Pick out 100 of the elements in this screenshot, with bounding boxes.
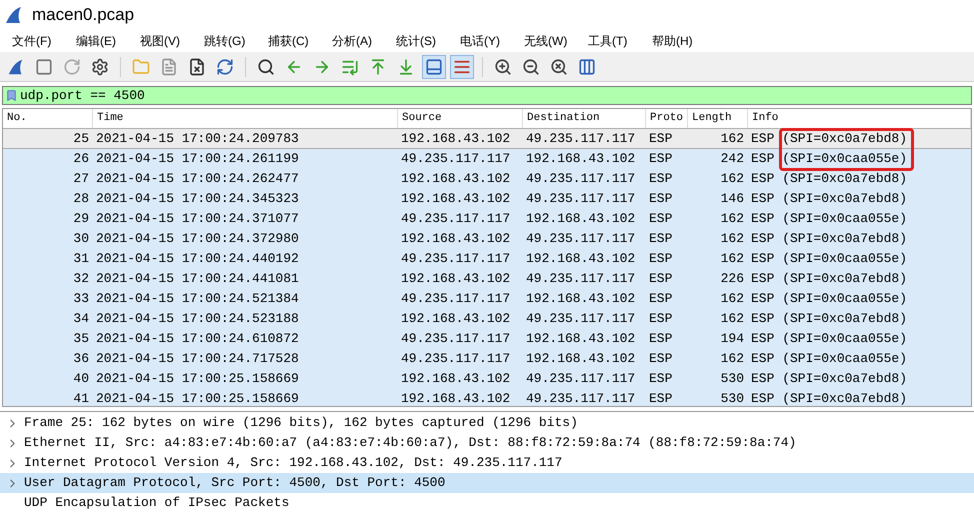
table-cell: 2021-04-15 17:00:24.440192 [96, 251, 299, 266]
table-cell: 25 [73, 130, 89, 146]
table-cell: ESP (SPI=0xc0a7ebd8) [751, 271, 908, 286]
table-cell: 2021-04-15 17:00:24.345323 [96, 191, 299, 206]
arrow-up-icon [369, 58, 387, 76]
table-cell: ESP (SPI=0x0caa055e) [751, 211, 908, 226]
column-header[interactable]: Info [752, 110, 778, 127]
menu-item[interactable]: 工具(T) [588, 32, 628, 50]
table-cell: 2021-04-15 17:00:24.209783 [96, 130, 299, 146]
column-header[interactable]: Source [402, 110, 442, 127]
table-cell: 162 [720, 130, 744, 146]
table-cell: ESP (SPI=0x0caa055e) [751, 251, 908, 266]
menu-item[interactable]: 跳转(G) [204, 32, 244, 50]
table-cell: 162 [720, 351, 744, 366]
zoom-out-icon [522, 58, 540, 76]
menu-item[interactable]: 捕获(C) [268, 32, 308, 50]
table-cell: ESP (SPI=0xc0a7ebd8) [751, 191, 908, 206]
table-cell: 530 [720, 371, 744, 386]
table-cell: 49.235.117.117 [526, 271, 636, 286]
table-cell: 2021-04-15 17:00:24.371077 [96, 211, 299, 226]
table-cell: 192.168.43.102 [401, 171, 510, 186]
table-cell: 27 [73, 171, 89, 186]
columns-icon [578, 58, 596, 76]
table-cell: 49.235.117.117 [526, 311, 636, 326]
column-header[interactable]: Proto [650, 110, 684, 127]
detail-text: User Datagram Protocol, Src Port: 4500, Dst Port: 4500 [24, 474, 446, 492]
colored-lines-button[interactable] [450, 54, 474, 78]
detail-row[interactable]: User Datagram Protocol, Src Port: 4500, Dst Port: 4500 [0, 473, 974, 493]
table-cell: 2021-04-15 17:00:24.262477 [96, 171, 299, 186]
table-cell: 192.168.43.102 [526, 151, 636, 166]
detail-text: Ethernet II, Src: a4:83:e7:4b:60:a7 (a4:83:e7:4b:60:a7), Dst: 88:f8:72:59:8a:74 (88:f8:72:59:8a:74) [24, 434, 796, 452]
autoscroll-button[interactable] [422, 54, 446, 78]
table-cell: 49.235.117.117 [401, 151, 510, 166]
table-cell: ESP (SPI=0x0caa055e) [751, 351, 908, 366]
reload-icon [216, 58, 234, 76]
table-cell: 49.235.117.117 [401, 211, 510, 226]
table-cell: 49.235.117.117 [401, 291, 510, 306]
column-header[interactable]: No. [7, 110, 27, 127]
menu-item[interactable]: 分析(A) [332, 32, 372, 50]
column-header[interactable]: Time [97, 110, 124, 127]
table-cell: ESP [649, 331, 672, 346]
file-icon [160, 58, 178, 76]
zoom-in-icon [494, 58, 512, 76]
menu-item[interactable]: 统计(S) [396, 32, 436, 50]
detail-row[interactable]: Frame 25: 162 bytes on wire (1296 bits), 162 bytes captured (1296 bits) [0, 413, 974, 433]
table-cell: 192.168.43.102 [526, 211, 636, 226]
table-cell: 33 [73, 291, 89, 306]
table-cell: 226 [720, 271, 744, 286]
menu-item[interactable]: 编辑(E) [76, 32, 116, 50]
table-cell: 41 [73, 391, 89, 406]
table-cell: 40 [73, 371, 89, 386]
zoom-reset-icon [550, 58, 568, 76]
table-cell: 2021-04-15 17:00:25.158669 [96, 391, 299, 406]
table-cell: ESP [649, 391, 672, 406]
table-cell: ESP [649, 271, 672, 286]
table-cell: ESP (SPI=0x0caa055e) [751, 331, 908, 346]
table-cell: 49.235.117.117 [526, 371, 636, 386]
detail-text: Frame 25: 162 bytes on wire (1296 bits), 162 bytes captured (1296 bits) [24, 414, 578, 432]
table-cell: ESP [649, 311, 672, 326]
table-cell: 192.168.43.102 [401, 311, 510, 326]
table-cell: 162 [720, 251, 744, 266]
table-cell: ESP [649, 291, 672, 306]
table-cell: 192.168.43.102 [401, 371, 510, 386]
table-cell: 2021-04-15 17:00:24.261199 [96, 151, 299, 166]
menu-item[interactable]: 电话(Y) [460, 32, 500, 50]
table-cell: 242 [720, 151, 744, 166]
table-cell: 35 [73, 331, 89, 346]
arrow-down-icon [397, 58, 415, 76]
close-file-icon [188, 58, 206, 76]
table-cell: ESP [649, 191, 672, 206]
detail-row[interactable]: Ethernet II, Src: a4:83:e7:4b:60:a7 (a4:83:e7:4b:60:a7), Dst: 88:f8:72:59:8a:74 (88:f8:72:59:8a:74) [0, 433, 974, 453]
column-header[interactable]: Destination [527, 110, 600, 127]
table-cell: 49.235.117.117 [526, 191, 636, 206]
menu-item[interactable]: 文件(F) [12, 32, 52, 50]
table-cell: 2021-04-15 17:00:24.372980 [96, 231, 299, 246]
packet-row[interactable]: 25 2021-04-15 17:00:24.209783 192.168.43.102 49.235.117.117 ESP 162 ESP (SPI=0xc0a7ebd8) [3, 129, 971, 149]
table-cell: 49.235.117.117 [526, 171, 636, 186]
table-cell: 192.168.43.102 [526, 331, 636, 346]
table-cell: ESP (SPI=0xc0a7ebd8) [751, 371, 908, 386]
table-cell: 2021-04-15 17:00:24.521384 [96, 291, 299, 306]
table-cell: 49.235.117.117 [526, 130, 636, 146]
table-cell: 162 [720, 291, 744, 306]
table-cell: ESP (SPI=0xc0a7ebd8) [751, 311, 908, 326]
table-cell: 192.168.43.102 [526, 251, 636, 266]
menu-item[interactable]: 视图(V) [140, 32, 180, 50]
detail-row[interactable]: UDP Encapsulation of IPsec Packets [0, 493, 974, 513]
table-cell: ESP [649, 211, 672, 226]
table-cell: 2021-04-15 17:00:25.158669 [96, 371, 299, 386]
table-cell: 2021-04-15 17:00:24.441081 [96, 271, 299, 286]
table-cell: ESP [649, 351, 672, 366]
table-cell: 28 [73, 191, 89, 206]
menu-item[interactable]: 帮助(H) [652, 32, 692, 50]
table-cell: 29 [73, 211, 89, 226]
table-cell: 26 [73, 151, 89, 166]
stop-icon [35, 58, 53, 76]
app-logo-icon [4, 5, 24, 25]
column-header[interactable]: Length [692, 110, 732, 127]
table-cell: 192.168.43.102 [401, 191, 510, 206]
table-cell: 49.235.117.117 [401, 351, 510, 366]
detail-row[interactable]: Internet Protocol Version 4, Src: 192.168.43.102, Dst: 49.235.117.117 [0, 453, 974, 473]
